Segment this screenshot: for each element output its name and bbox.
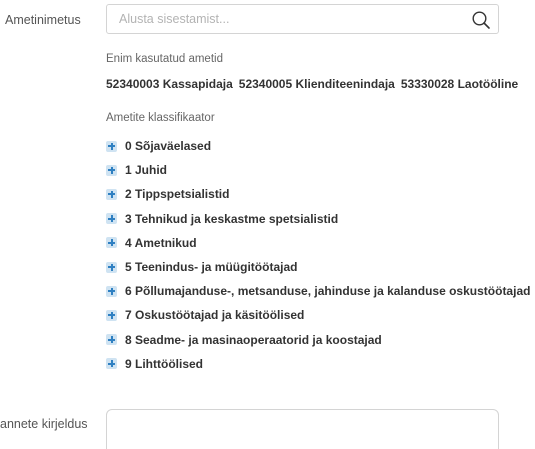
popular-occupations-heading: Enim kasutatud ametid xyxy=(106,53,223,65)
description-box[interactable] xyxy=(106,409,499,449)
classifier-item[interactable]: 2 Tippspetsialistid xyxy=(106,182,535,206)
classifier-item-label: 9 Lihttöölised xyxy=(125,356,203,371)
classifier-item[interactable]: 1 Juhid xyxy=(106,158,535,182)
occupation-classifier-tree: 0 Sõjaväelased 1 Juhid 2 Tippspetsialistid… xyxy=(106,134,535,376)
classifier-item-label: 3 Tehnikud ja keskastme spetsialistid xyxy=(125,211,339,226)
classifier-item-label: 4 Ametnikud xyxy=(125,235,197,250)
expand-plus-icon[interactable] xyxy=(106,261,117,273)
classifier-item-label: 8 Seadme- ja masinaoperaatorid ja koosta… xyxy=(125,332,382,347)
occupation-search-box[interactable] xyxy=(106,4,499,34)
classifier-item[interactable]: 0 Sõjaväelased xyxy=(106,134,535,158)
expand-plus-icon[interactable] xyxy=(106,164,117,176)
popular-occupation-link[interactable]: 52340005 Klienditeenindaja xyxy=(239,77,395,91)
expand-plus-icon[interactable] xyxy=(106,188,117,200)
popular-occupation-link[interactable]: 52340003 Kassapidaja xyxy=(106,77,233,91)
description-label: annete kirjeldus xyxy=(0,417,88,431)
occupation-label: Ametinimetus xyxy=(5,13,81,27)
description-textarea[interactable] xyxy=(107,410,498,449)
expand-plus-icon[interactable] xyxy=(106,140,117,152)
classifier-item[interactable]: 7 Oskustöötajad ja käsitöölised xyxy=(106,303,535,327)
expand-plus-icon[interactable] xyxy=(106,213,117,225)
classifier-item-label: 1 Juhid xyxy=(125,163,168,178)
popular-occupation-link[interactable]: 53330028 Laotööline xyxy=(401,77,518,91)
expand-plus-icon[interactable] xyxy=(106,285,117,297)
classifier-item-label: 7 Oskustöötajad ja käsitöölised xyxy=(125,308,305,323)
classifier-item[interactable]: 3 Tehnikud ja keskastme spetsialistid xyxy=(106,207,535,231)
classifier-item[interactable]: 8 Seadme- ja masinaoperaatorid ja koosta… xyxy=(106,328,535,352)
expand-plus-icon[interactable] xyxy=(106,237,117,249)
classifier-item-label: 6 Põllumajanduse-, metsanduse, jahinduse… xyxy=(125,284,531,299)
expand-plus-icon[interactable] xyxy=(106,309,117,321)
popular-occupations-list: 52340003 Kassapidaja 52340005 Klienditeen… xyxy=(106,77,518,91)
search-icon[interactable] xyxy=(471,10,491,30)
classifier-item-label: 2 Tippspetsialistid xyxy=(125,187,230,202)
classifier-item-label: 5 Teenindus- ja müügitöötajad xyxy=(125,260,298,275)
occupation-search-input[interactable] xyxy=(107,5,498,33)
expand-plus-icon[interactable] xyxy=(106,358,117,370)
classifier-item[interactable]: 6 Põllumajanduse-, metsanduse, jahinduse… xyxy=(106,279,535,303)
classifier-item[interactable]: 5 Teenindus- ja müügitöötajad xyxy=(106,255,535,279)
classifier-item-label: 0 Sõjaväelased xyxy=(125,139,212,154)
classifier-item[interactable]: 9 Lihttöölised xyxy=(106,352,535,376)
expand-plus-icon[interactable] xyxy=(106,334,117,346)
classifier-item[interactable]: 4 Ametnikud xyxy=(106,231,535,255)
classifier-heading: Ametite klassifikaator xyxy=(106,112,215,124)
